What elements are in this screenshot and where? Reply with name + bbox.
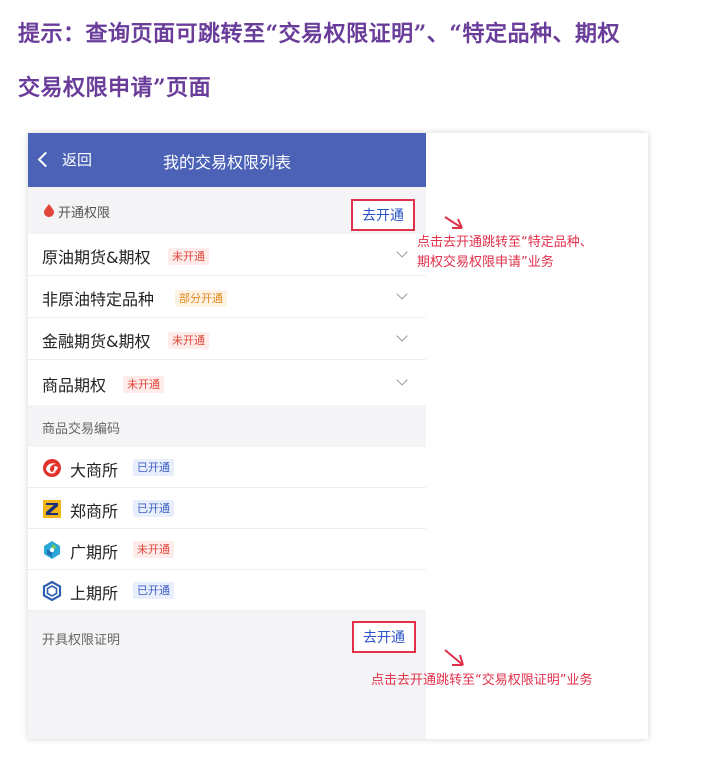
gfex-logo-icon bbox=[44, 541, 60, 559]
exchange-row-dce[interactable]: 大商所 已开通 bbox=[28, 447, 426, 488]
status-badge: 部分开通 bbox=[175, 290, 227, 307]
open-permissions-button[interactable]: 去开通 bbox=[351, 199, 415, 231]
exchange-row-gfex[interactable]: 广期所 未开通 bbox=[28, 529, 426, 570]
status-badge: 已开通 bbox=[133, 582, 174, 599]
permission-proof-button[interactable]: 去开通 bbox=[352, 621, 416, 653]
permission-row-non-crude[interactable]: 非原油特定品种 部分开通 bbox=[28, 276, 426, 318]
chevron-down-icon[interactable] bbox=[396, 330, 408, 342]
status-badge: 未开通 bbox=[123, 376, 164, 393]
chevron-down-icon[interactable] bbox=[396, 288, 408, 300]
status-badge: 已开通 bbox=[133, 500, 174, 517]
annotation-note-2: 点击去开通跳转至“交易权限证明”业务 bbox=[371, 673, 593, 688]
annotation-note-1-line-1: 点击去开通跳转至“特定品种、 bbox=[417, 235, 593, 250]
tip-line-2: 交易权限申请”页面 bbox=[18, 75, 212, 101]
exchange-name: 郑商所 bbox=[70, 502, 119, 521]
page-title: 我的交易权限列表 bbox=[162, 153, 291, 172]
permission-row-financial[interactable]: 金融期货&期权 未开通 bbox=[28, 318, 426, 360]
tip-line-1: 提示：查询页面可跳转至“交易权限证明”、“特定品种、期权 bbox=[18, 21, 620, 47]
chevron-down-icon[interactable] bbox=[396, 246, 408, 258]
shfe-logo-icon bbox=[42, 581, 62, 601]
exchange-name: 大商所 bbox=[70, 461, 119, 480]
exchange-name: 广期所 bbox=[70, 543, 119, 562]
trading-codes-header: 商品交易编码 bbox=[28, 405, 426, 445]
screenshot-card: 返回 我的交易权限列表 开通权限 原油期货&期权 未开通 非原油特定品种 部分开… bbox=[28, 133, 648, 739]
permission-row-commodity-options[interactable]: 商品期权 未开通 bbox=[28, 360, 426, 405]
exchange-row-shfe[interactable]: 上期所 已开通 bbox=[28, 570, 426, 611]
trading-codes-title: 商品交易编码 bbox=[42, 422, 121, 437]
permission-name: 原油期货&期权 bbox=[42, 248, 151, 267]
exchange-row-czce[interactable]: 郑商所 已开通 bbox=[28, 488, 426, 529]
status-badge: 未开通 bbox=[168, 332, 209, 349]
annotation-note-1: 点击去开通跳转至“特定品种、 期权交易权限申请”业务 bbox=[417, 233, 593, 273]
dce-logo-icon bbox=[43, 459, 61, 477]
permission-name: 非原油特定品种 bbox=[42, 290, 155, 309]
open-permissions-title: 开通权限 bbox=[58, 206, 111, 221]
permission-name: 金融期货&期权 bbox=[42, 332, 151, 351]
flame-icon bbox=[44, 204, 54, 217]
status-badge: 已开通 bbox=[133, 459, 174, 476]
permission-row-crude[interactable]: 原油期货&期权 未开通 bbox=[28, 234, 426, 276]
chevron-down-icon[interactable] bbox=[396, 374, 408, 386]
czce-logo-icon bbox=[43, 500, 61, 518]
annotation-note-1-line-2: 期权交易权限申请”业务 bbox=[417, 255, 554, 270]
nav-bar: 返回 我的交易权限列表 bbox=[28, 133, 426, 187]
screenshot-root: 提示：查询页面可跳转至“交易权限证明”、“特定品种、期权 交易权限申请”页面 返… bbox=[0, 0, 720, 775]
permission-name: 商品期权 bbox=[42, 376, 107, 395]
exchange-name: 上期所 bbox=[70, 584, 119, 603]
permission-proof-title: 开具权限证明 bbox=[42, 633, 121, 648]
status-badge: 未开通 bbox=[133, 541, 174, 558]
status-badge: 未开通 bbox=[168, 248, 209, 265]
